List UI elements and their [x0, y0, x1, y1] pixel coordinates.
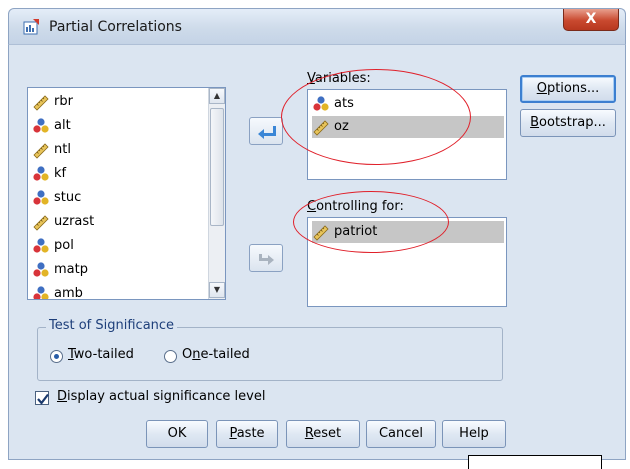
- dialog-window: Partial Correlations X rbr alt ntl kf stuc uz…: [8, 8, 626, 460]
- one-tailed-label[interactable]: One-tailed: [182, 347, 250, 362]
- list-item-label: pol: [54, 238, 74, 253]
- dialog-body: rbr alt ntl kf stuc uzrast pol matp amb ▲ ▼ Vari…: [8, 44, 626, 460]
- ok-button[interactable]: OK: [146, 420, 208, 448]
- ruler-scale-icon: [313, 225, 329, 241]
- two-tailed-radio[interactable]: [50, 350, 63, 363]
- list-item[interactable]: amb: [32, 283, 204, 300]
- list-item[interactable]: alt: [32, 115, 204, 137]
- test-of-significance-legend: Test of Significance: [46, 318, 178, 333]
- list-item[interactable]: uzrast: [32, 211, 204, 233]
- ruler-scale-icon: [33, 143, 49, 159]
- list-item-label: amb: [54, 286, 83, 300]
- list-item-label: uzrast: [54, 214, 95, 229]
- controlling-for-label: Controlling for:: [307, 199, 404, 214]
- reset-button[interactable]: Reset: [286, 420, 360, 448]
- source-variable-list[interactable]: rbr alt ntl kf stuc uzrast pol matp amb ▲ ▼: [27, 87, 226, 300]
- scroll-down-arrow-icon[interactable]: ▼: [209, 282, 225, 298]
- scroll-up-arrow-icon[interactable]: ▲: [209, 88, 225, 104]
- list-item[interactable]: patriot: [312, 221, 504, 243]
- list-item[interactable]: stuc: [32, 187, 204, 209]
- test-of-significance-group: Test of Significance Two-tailed One-tail…: [37, 318, 503, 381]
- nominal-balls-icon: [33, 190, 49, 205]
- list-item-label: ats: [334, 96, 354, 111]
- list-item[interactable]: pol: [32, 235, 204, 257]
- list-item-label: alt: [54, 118, 71, 133]
- list-item[interactable]: oz: [312, 116, 504, 138]
- list-item[interactable]: ats: [312, 93, 504, 115]
- list-item-label: rbr: [54, 94, 73, 109]
- scroll-thumb[interactable]: [210, 108, 224, 226]
- list-item-label: kf: [54, 166, 67, 181]
- bootstrap-button[interactable]: Bootstrap...: [520, 109, 616, 137]
- nominal-balls-icon: [33, 262, 49, 277]
- ruler-scale-icon: [33, 215, 49, 231]
- one-tailed-radio[interactable]: [164, 350, 177, 363]
- controlling-for-list[interactable]: patriot: [307, 217, 507, 307]
- source-list-scrollbar[interactable]: ▲ ▼: [208, 88, 225, 299]
- list-item[interactable]: matp: [32, 259, 204, 281]
- help-button[interactable]: Help: [442, 420, 506, 448]
- options-button[interactable]: Options...: [520, 75, 616, 103]
- cancel-button[interactable]: Cancel: [366, 420, 436, 448]
- variables-list[interactable]: ats oz: [307, 89, 507, 180]
- nominal-balls-icon: [33, 238, 49, 253]
- list-item[interactable]: kf: [32, 163, 204, 185]
- list-item-label: stuc: [54, 190, 82, 205]
- nominal-balls-icon: [33, 286, 49, 299]
- nominal-balls-icon: [33, 118, 49, 133]
- window-title: Partial Correlations: [49, 19, 182, 35]
- overlay-box: [468, 455, 602, 469]
- display-significance-label[interactable]: Display actual significance level: [57, 389, 265, 404]
- list-item-label: ntl: [54, 142, 71, 157]
- ruler-scale-icon: [33, 95, 49, 111]
- nominal-balls-icon: [313, 96, 329, 111]
- app-icon: [23, 19, 39, 35]
- display-significance-checkbox[interactable]: [35, 391, 49, 405]
- list-item-label: matp: [54, 262, 88, 277]
- list-item-label: oz: [334, 119, 349, 134]
- list-item-label: patriot: [334, 224, 378, 239]
- ruler-scale-icon: [313, 120, 329, 136]
- move-to-variables-button[interactable]: [249, 117, 283, 145]
- list-item[interactable]: rbr: [32, 91, 204, 113]
- close-button[interactable]: X: [563, 9, 619, 31]
- arrow-right-icon: [259, 254, 274, 265]
- paste-button[interactable]: Paste: [216, 420, 278, 448]
- move-to-controlling-button[interactable]: [249, 244, 283, 272]
- list-item[interactable]: ntl: [32, 139, 204, 161]
- variables-label: Variables:: [307, 71, 371, 86]
- two-tailed-label[interactable]: Two-tailed: [68, 347, 134, 362]
- arrow-left-icon: [258, 126, 276, 139]
- title-bar[interactable]: Partial Correlations X: [8, 8, 626, 44]
- checkmark-icon: [37, 393, 49, 405]
- nominal-balls-icon: [33, 166, 49, 181]
